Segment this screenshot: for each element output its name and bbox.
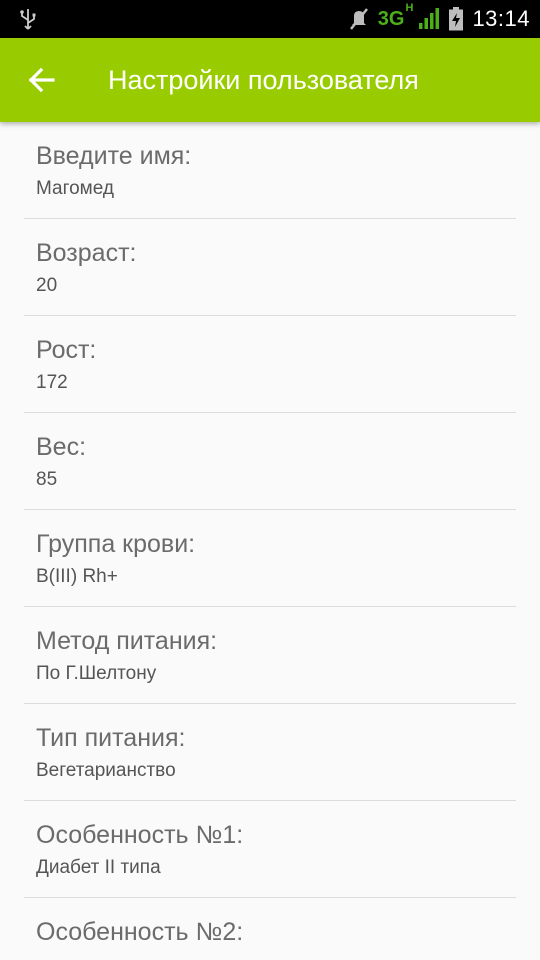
usb-icon bbox=[20, 9, 36, 30]
setting-value: 172 bbox=[36, 372, 68, 393]
settings-list[interactable]: Введите имя: Магомед Возраст: 20 Рост: 1… bbox=[0, 122, 540, 960]
setting-value: Вегетарианство bbox=[36, 760, 176, 781]
setting-label: Тип питания: bbox=[36, 724, 186, 752]
setting-item-feature-1[interactable]: Особенность №1: Диабет II типа bbox=[24, 801, 516, 898]
setting-label: Вес: bbox=[36, 433, 87, 461]
setting-value: Диабет II типа bbox=[36, 857, 161, 878]
setting-value: Магомед bbox=[36, 178, 114, 199]
network-type: 3G H bbox=[377, 2, 414, 31]
setting-label: Особенность №1: bbox=[36, 821, 244, 849]
back-arrow-icon[interactable] bbox=[22, 60, 62, 100]
setting-item-diet-method[interactable]: Метод питания: По Г.Шелтону bbox=[24, 607, 516, 704]
action-bar: Настройки пользователя bbox=[0, 38, 540, 122]
setting-item-weight[interactable]: Вес: 85 bbox=[24, 413, 516, 510]
status-bar: 3G H 13:14 bbox=[0, 0, 540, 38]
setting-label: Метод питания: bbox=[36, 627, 218, 655]
setting-item-feature-2[interactable]: Особенность №2: bbox=[24, 898, 516, 960]
setting-value: По Г.Шелтону bbox=[36, 663, 157, 684]
setting-item-height[interactable]: Рост: 172 bbox=[24, 316, 516, 413]
setting-value: 85 bbox=[36, 469, 58, 490]
signal-icon bbox=[419, 8, 440, 29]
clock: 13:14 bbox=[472, 6, 530, 31]
setting-value: 20 bbox=[36, 275, 58, 296]
setting-label: Введите имя: bbox=[36, 142, 192, 170]
network-label: 3G bbox=[377, 7, 405, 30]
mute-icon bbox=[349, 8, 368, 30]
battery-charging-icon bbox=[449, 7, 464, 31]
setting-label: Возраст: bbox=[36, 239, 137, 267]
setting-label: Рост: bbox=[36, 336, 97, 364]
setting-item-name[interactable]: Введите имя: Магомед bbox=[24, 122, 516, 219]
setting-item-diet-type[interactable]: Тип питания: Вегетарианство bbox=[24, 704, 516, 801]
network-sub-label: H bbox=[405, 1, 414, 14]
setting-item-blood-group[interactable]: Группа крови: B(III) Rh+ bbox=[24, 510, 516, 607]
setting-label: Особенность №2: bbox=[36, 918, 244, 946]
setting-item-age[interactable]: Возраст: 20 bbox=[24, 219, 516, 316]
setting-value: B(III) Rh+ bbox=[36, 566, 118, 587]
page-title: Настройки пользователя bbox=[108, 65, 419, 95]
setting-label: Группа крови: bbox=[36, 530, 196, 558]
